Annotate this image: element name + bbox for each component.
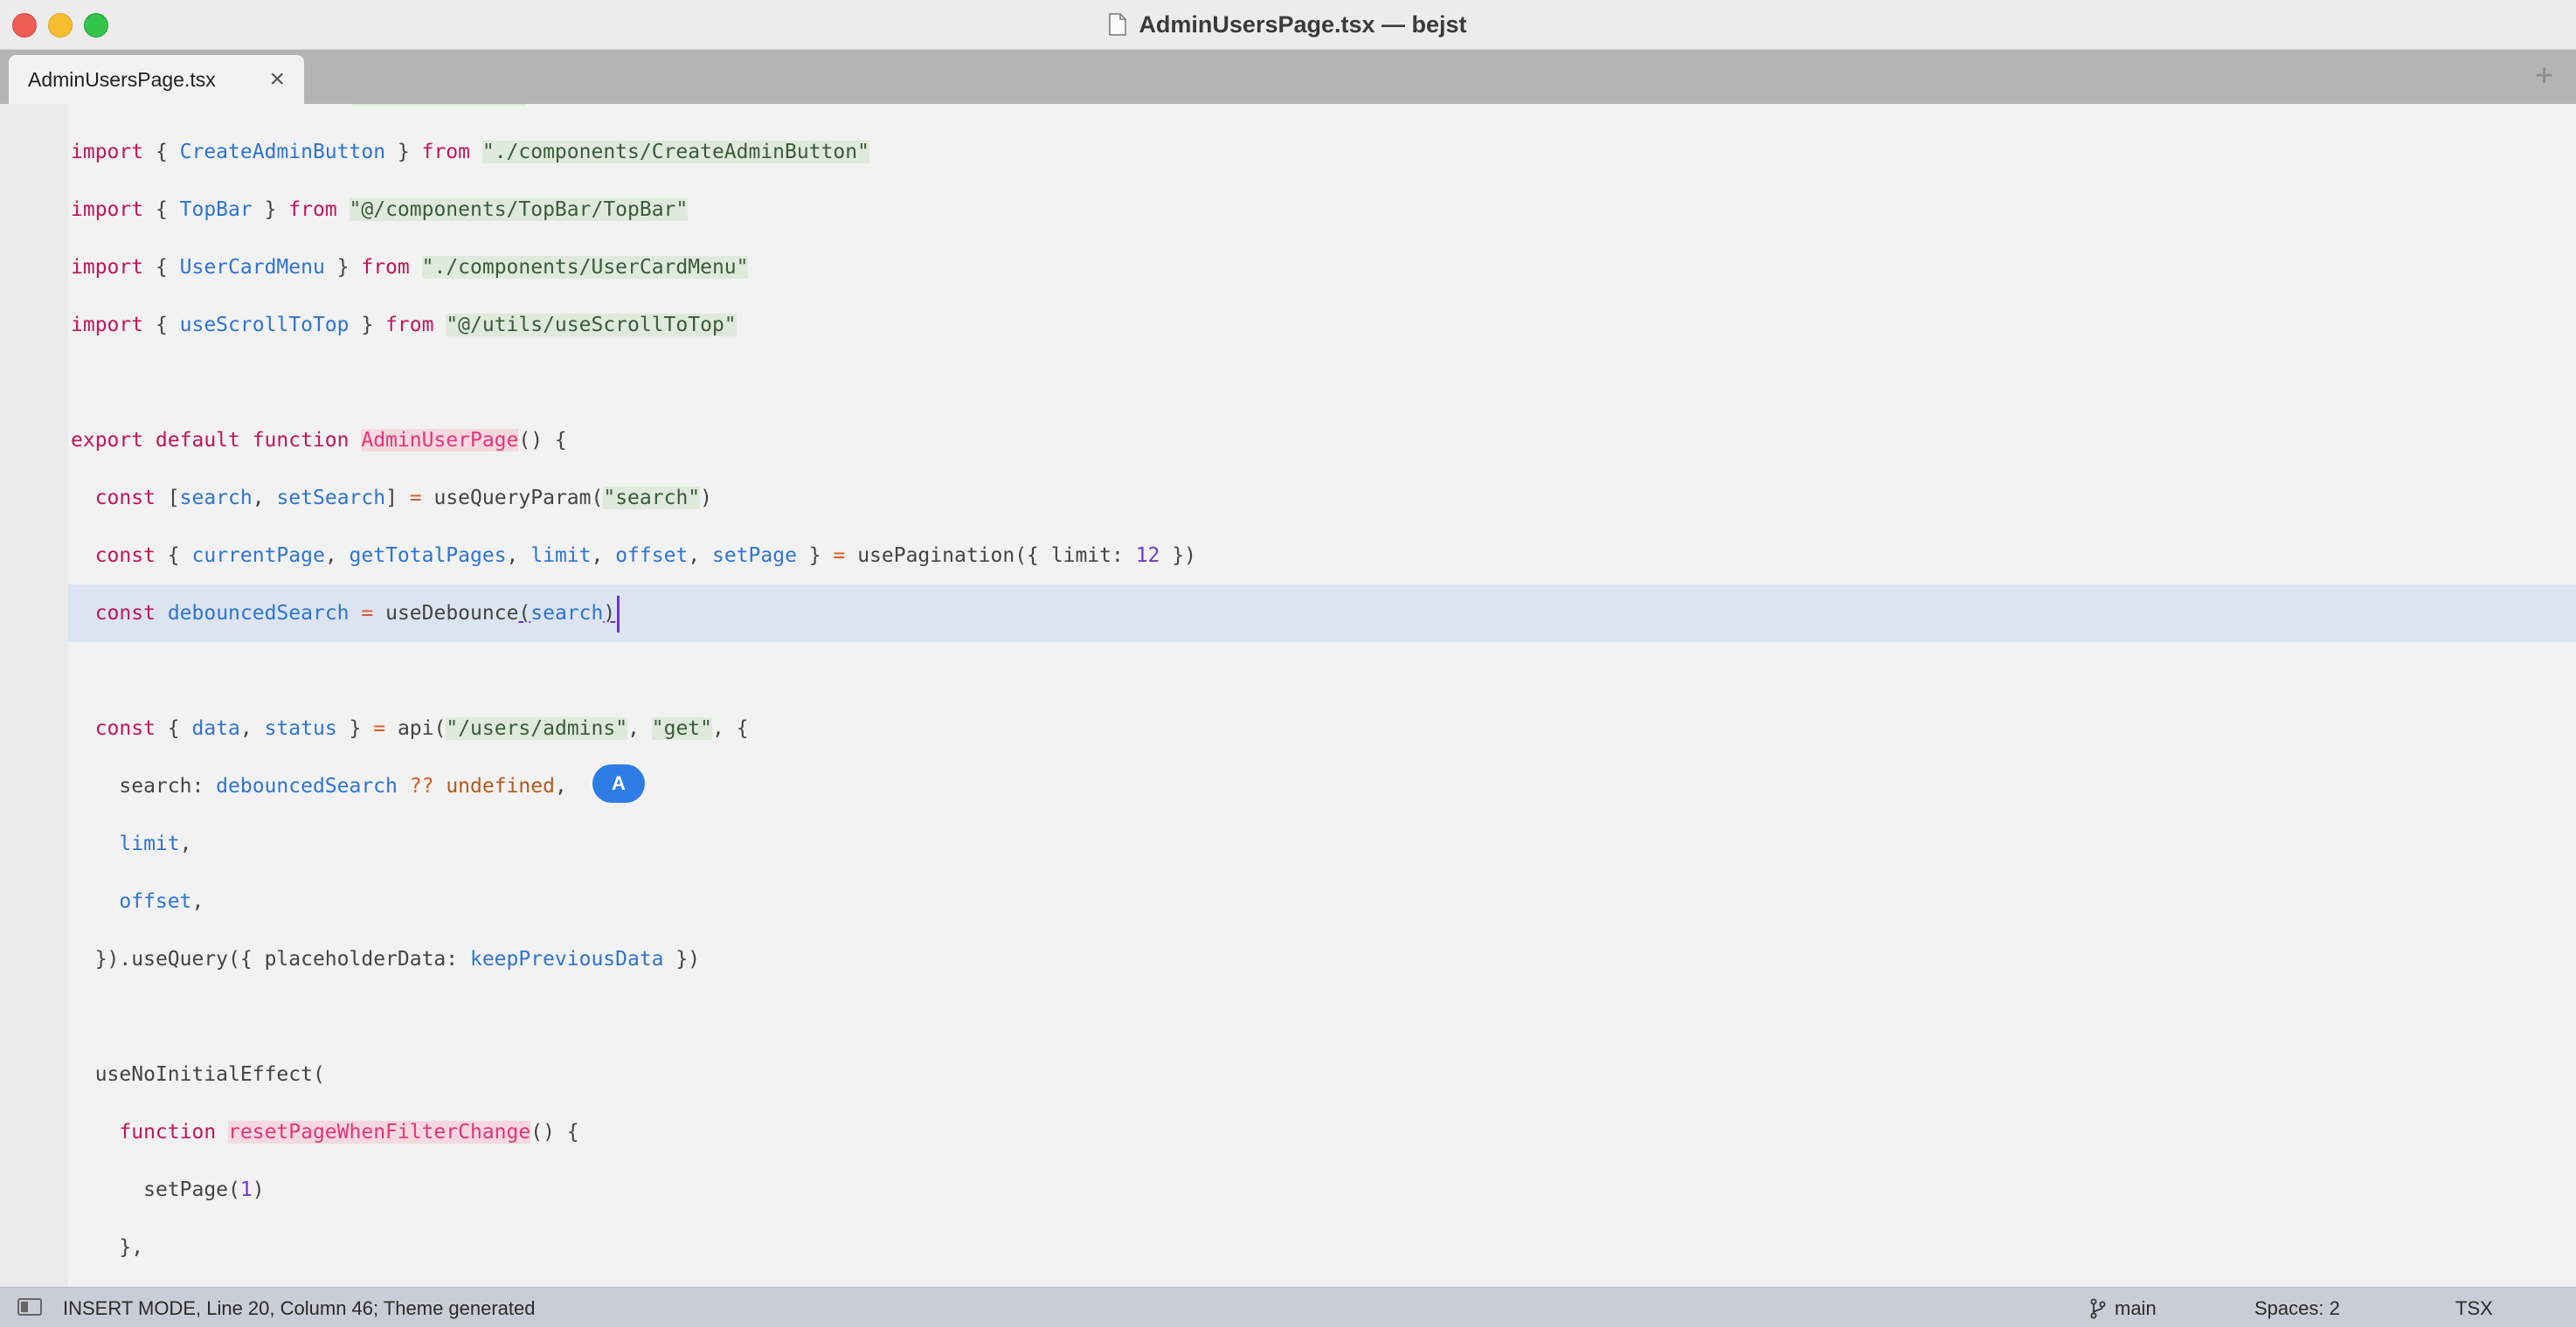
- code-line: import { CreateAdminButton } from "./com…: [0, 104, 2576, 181]
- code-line: import { TopBar } from "@/components/Top…: [71, 198, 689, 221]
- current-line: const debouncedSearch = useDebounce(sear…: [68, 584, 2576, 642]
- status-mode-text: INSERT MODE, Line 20, Column 46; Theme g…: [63, 1297, 536, 1319]
- code-line: function resetPageWhenFilterChange() {: [119, 1121, 579, 1144]
- status-bar: INSERT MODE, Line 20, Column 46; Theme g…: [0, 1287, 2576, 1327]
- string-highlight-fragment: [352, 104, 525, 106]
- code-line: useNoInitialEffect(: [94, 1063, 325, 1086]
- code-line: },: [119, 1236, 144, 1259]
- close-icon[interactable]: ×: [269, 66, 285, 93]
- code-line: offset,: [119, 890, 204, 913]
- window-title: AdminUsersPage.tsx — bejst: [1139, 10, 1467, 38]
- tab-bar: AdminUsersPage.tsx × +: [0, 50, 2576, 104]
- sidebar-toggle-icon[interactable]: [17, 1298, 42, 1316]
- title-bar: AdminUsersPage.tsx — bejst: [0, 0, 2576, 50]
- window-title-container: AdminUsersPage.tsx — bejst: [0, 0, 2576, 49]
- code-line: const { data, status } = api("/users/adm…: [94, 717, 749, 740]
- indentation-setting[interactable]: Spaces: 2: [2254, 1297, 2340, 1320]
- code-line: search: debouncedSearch ?? undefined,: [119, 775, 567, 798]
- code-line: limit,: [119, 833, 192, 855]
- syntax-selector[interactable]: TSX: [2455, 1297, 2493, 1320]
- code-line: }).useQuery({ placeholderData: keepPrevi…: [94, 948, 701, 971]
- code-line: import { useScrollToTop } from "@/utils/…: [71, 314, 737, 336]
- tab-label: AdminUsersPage.tsx: [28, 67, 216, 91]
- tab-adminuserspage[interactable]: AdminUsersPage.tsx ×: [9, 55, 304, 104]
- code-line: const [search, setSearch] = useQueryPara…: [94, 487, 712, 509]
- git-branch[interactable]: main: [2090, 1297, 2157, 1320]
- code-line: import { UserCardMenu } from "./componen…: [71, 256, 749, 279]
- text-cursor: [617, 595, 620, 632]
- document-icon: [1109, 13, 1127, 36]
- code-line: const { currentPage, getTotalPages, limi…: [94, 544, 1196, 567]
- new-tab-icon[interactable]: +: [2535, 57, 2553, 93]
- code-editor[interactable]: import { CreateAdminButton } from "./com…: [0, 104, 2576, 1287]
- git-branch-icon: [2090, 1298, 2106, 1319]
- code-line: setPage(1): [143, 1178, 265, 1201]
- code-line: export default function AdminUserPage() …: [71, 429, 567, 452]
- branch-name: main: [2115, 1297, 2157, 1319]
